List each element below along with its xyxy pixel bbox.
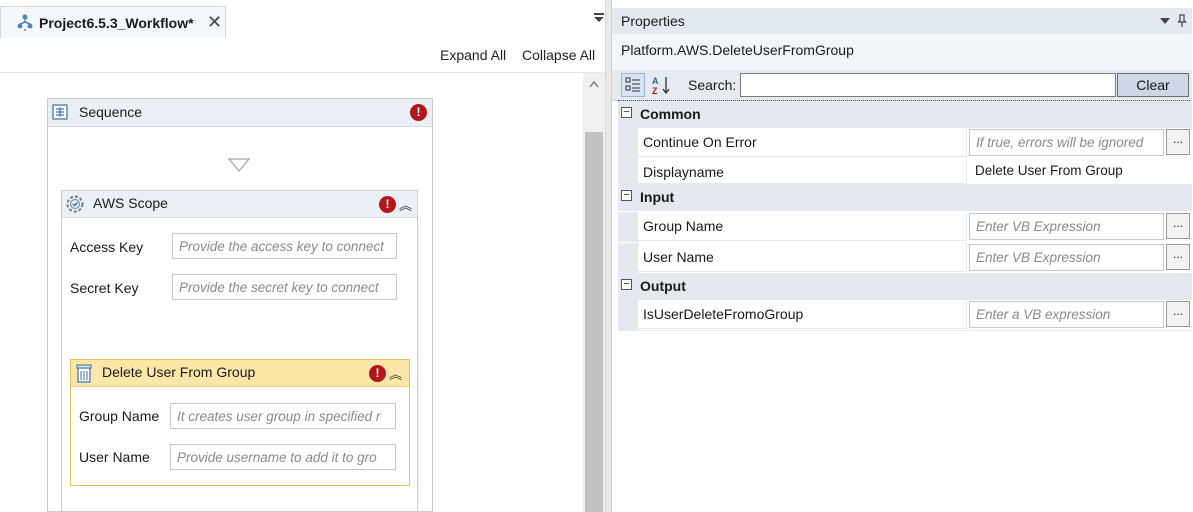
categorized-icon <box>625 77 640 92</box>
row-gutter <box>618 128 638 158</box>
ellipsis-button[interactable]: ... <box>1166 301 1190 327</box>
group-name-label: Group Name <box>79 408 160 424</box>
sequence-icon <box>52 104 68 120</box>
group-name-input[interactable]: It creates user group in specified r <box>170 403 396 429</box>
sequence-activity[interactable]: Sequence ! AWS Scope ! ︽ Access Key Prov… <box>47 98 433 512</box>
access-key-label: Access Key <box>70 239 144 255</box>
collapse-icon[interactable]: ︽ <box>389 364 402 383</box>
workflow-icon <box>17 14 33 31</box>
delete-user-from-group-title: Delete User From Group <box>102 364 256 380</box>
ellipsis-button[interactable]: ... <box>1166 213 1190 239</box>
document-tab-strip: Project6.5.3_Workflow* ✕ <box>0 0 611 39</box>
collapse-category-icon[interactable]: − <box>621 279 632 290</box>
sort-az-icon: A Z <box>652 76 670 95</box>
row-gutter <box>618 212 638 242</box>
grid-bottom-line <box>618 330 1192 331</box>
property-row[interactable]: Group Name Enter VB Expression ... <box>618 212 1192 242</box>
dropdown-icon[interactable] <box>1160 17 1170 25</box>
category-name: Common <box>640 106 701 122</box>
sequence-header[interactable]: Sequence ! <box>48 99 432 127</box>
property-name-cell: Continue On Error <box>638 128 967 157</box>
aws-scope-activity[interactable]: AWS Scope ! ︽ Access Key Provide the acc… <box>61 190 418 512</box>
clear-button[interactable]: Clear <box>1117 73 1189 97</box>
properties-title: Properties <box>621 13 685 29</box>
expand-all-button[interactable]: Expand All <box>440 47 506 63</box>
property-name-cell: IsUserDeleteFromoGroup <box>638 300 967 329</box>
workflow-designer-pane: Project6.5.3_Workflow* ✕ Expand All Coll… <box>0 0 611 512</box>
tab-list-dropdown-icon[interactable] <box>593 13 605 23</box>
property-name-cell: Displayname <box>638 158 967 184</box>
user-name-label: User Name <box>79 449 150 465</box>
category-name: Output <box>640 278 686 294</box>
close-icon[interactable]: ✕ <box>207 12 222 33</box>
trash-icon <box>76 364 92 383</box>
scrollbar-thumb[interactable] <box>585 132 603 512</box>
collapse-category-icon[interactable]: − <box>621 107 632 118</box>
drop-target-arrow-icon <box>228 158 250 172</box>
search-label: Search: <box>688 77 737 93</box>
property-name: Group Name <box>643 218 724 234</box>
property-name-cell: User Name <box>638 243 967 272</box>
collapse-icon[interactable]: ︽ <box>399 195 412 214</box>
aws-scope-header[interactable]: AWS Scope ! ︽ <box>62 191 417 218</box>
properties-header: Properties <box>612 8 1192 34</box>
category-name: Input <box>640 189 675 205</box>
property-row[interactable]: Continue On Error If true, errors will b… <box>618 128 1192 158</box>
sort-alphabetical-button[interactable]: A Z <box>649 73 673 97</box>
access-key-input[interactable]: Provide the access key to connect <box>172 233 397 259</box>
selected-type-name: Platform.AWS.DeleteUserFromGroup <box>621 42 854 58</box>
vertical-scrollbar[interactable] <box>583 73 605 512</box>
properties-pane: Properties Platform.AWS.DeleteUserFromGr… <box>611 0 1193 512</box>
property-value-input[interactable]: If true, errors will be ignored <box>969 129 1164 156</box>
pin-icon[interactable] <box>1177 14 1187 28</box>
error-icon: ! <box>379 196 396 213</box>
document-tab-title: Project6.5.3_Workflow* <box>39 15 194 31</box>
category-output[interactable]: − Output <box>618 273 1192 300</box>
svg-text:Z: Z <box>652 86 658 95</box>
property-name: IsUserDeleteFromoGroup <box>643 306 804 322</box>
categorized-view-button[interactable] <box>621 73 645 97</box>
property-row[interactable]: User Name Enter VB Expression ... <box>618 243 1192 273</box>
category-input[interactable]: − Input <box>618 184 1192 211</box>
search-input[interactable] <box>740 73 1116 97</box>
ellipsis-button[interactable]: ... <box>1166 129 1190 155</box>
gear-icon <box>66 195 84 213</box>
designer-canvas: Sequence ! AWS Scope ! ︽ Access Key Prov… <box>0 73 583 512</box>
designer-toolbar: Expand All Collapse All <box>0 38 605 73</box>
property-name: User Name <box>643 249 714 265</box>
property-row[interactable]: Displayname Delete User From Group <box>618 158 1192 185</box>
collapse-category-icon[interactable]: − <box>621 190 632 201</box>
property-row[interactable]: IsUserDeleteFromoGroup Enter a VB expres… <box>618 300 1192 330</box>
row-gutter <box>618 300 638 330</box>
row-gutter <box>618 158 638 184</box>
ellipsis-button[interactable]: ... <box>1166 244 1190 270</box>
properties-toolbar: A Z Search: Clear <box>612 70 1192 101</box>
row-gutter <box>618 243 638 273</box>
category-common[interactable]: − Common <box>618 101 1192 128</box>
error-icon: ! <box>410 104 427 121</box>
property-name: Continue On Error <box>643 134 757 150</box>
property-value-input[interactable]: Enter VB Expression <box>969 244 1164 271</box>
property-name: Displayname <box>643 164 724 180</box>
property-value-input[interactable]: Enter VB Expression <box>969 213 1164 240</box>
delete-user-from-group-activity[interactable]: Delete User From Group ! ︽ Group Name It… <box>70 359 410 486</box>
user-name-input[interactable]: Provide username to add it to gro <box>170 444 396 470</box>
document-tab[interactable]: Project6.5.3_Workflow* ✕ <box>0 6 226 38</box>
scroll-up-icon[interactable] <box>589 81 599 88</box>
secret-key-input[interactable]: Provide the secret key to connect <box>172 274 397 300</box>
property-value-input[interactable]: Delete User From Group <box>969 158 1164 185</box>
property-name-cell: Group Name <box>638 212 967 241</box>
selected-type-bar: Platform.AWS.DeleteUserFromGroup <box>612 34 1192 70</box>
aws-scope-title: AWS Scope <box>93 195 168 211</box>
property-grid: − Common Continue On Error If true, erro… <box>618 101 1192 331</box>
delete-user-from-group-header[interactable]: Delete User From Group ! ︽ <box>71 360 409 387</box>
secret-key-label: Secret Key <box>70 280 139 296</box>
svg-text:A: A <box>652 76 659 86</box>
collapse-all-button[interactable]: Collapse All <box>522 47 595 63</box>
sequence-title: Sequence <box>79 104 143 120</box>
error-icon: ! <box>369 365 386 382</box>
property-value-input[interactable]: Enter a VB expression <box>969 301 1164 328</box>
